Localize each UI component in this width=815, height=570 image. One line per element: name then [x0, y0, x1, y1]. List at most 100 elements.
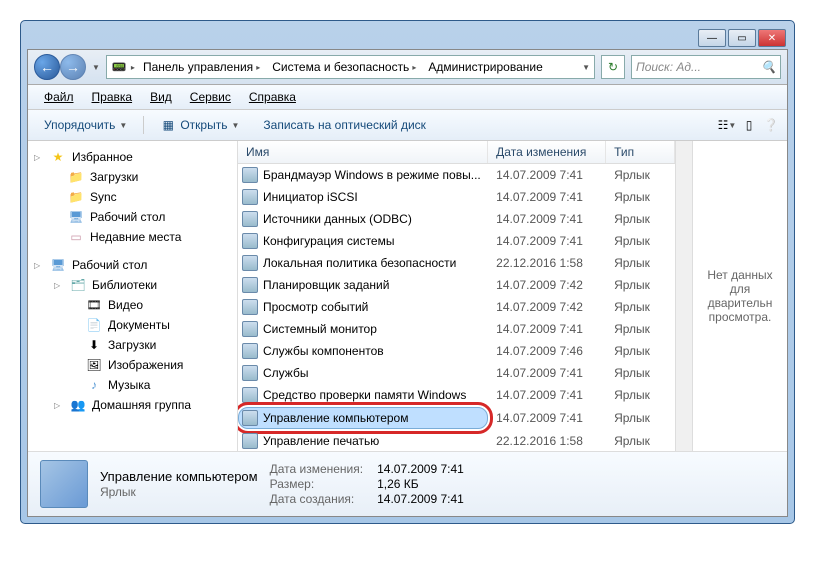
file-type: Ярлык — [606, 364, 675, 382]
sidebar-item-sync[interactable]: 📁Sync — [28, 187, 237, 207]
file-name: Управление печатью — [263, 434, 379, 448]
file-date: 14.07.2009 7:41 — [488, 210, 606, 228]
shortcut-icon — [242, 233, 258, 249]
details-pane: Управление компьютером Ярлык Дата измене… — [28, 451, 787, 516]
file-date: 14.07.2009 7:42 — [488, 298, 606, 316]
address-dropdown[interactable]: ▼ — [582, 63, 590, 72]
file-row[interactable]: Локальная политика безопасности22.12.201… — [238, 252, 675, 274]
column-headers: Имя Дата изменения Тип — [238, 141, 675, 164]
file-row[interactable]: Управление печатью22.12.2016 1:58Ярлык — [238, 430, 675, 451]
content-area: ▷★Избранное 📁Загрузки 📁Sync 🖥Рабочий сто… — [28, 141, 787, 451]
details-title: Управление компьютером — [100, 469, 258, 484]
file-row[interactable]: Просмотр событий14.07.2009 7:42Ярлык — [238, 296, 675, 318]
menu-help[interactable]: Справка — [241, 88, 304, 106]
file-type: Ярлык — [606, 232, 675, 250]
shortcut-icon — [242, 321, 258, 337]
sidebar-item-pictures[interactable]: 🖼Изображения — [28, 355, 237, 375]
menu-file[interactable]: Файл — [36, 88, 82, 106]
file-row[interactable]: Конфигурация системы14.07.2009 7:41Ярлык — [238, 230, 675, 252]
column-date[interactable]: Дата изменения — [488, 141, 606, 163]
sidebar-libraries[interactable]: ▷🗂Библиотеки — [28, 275, 237, 295]
help-button[interactable]: ❔ — [763, 117, 779, 133]
minimize-button[interactable]: — — [698, 29, 726, 47]
file-row[interactable]: Системный монитор14.07.2009 7:41Ярлык — [238, 318, 675, 340]
refresh-button[interactable]: ↻ — [601, 55, 625, 79]
file-name: Средство проверки памяти Windows — [263, 388, 466, 402]
details-subtitle: Ярлык — [100, 485, 258, 499]
file-row[interactable]: Службы14.07.2009 7:41Ярлык — [238, 362, 675, 384]
navigation-pane[interactable]: ▷★Избранное 📁Загрузки 📁Sync 🖥Рабочий сто… — [28, 141, 238, 451]
file-date: 14.07.2009 7:41 — [488, 166, 606, 184]
file-type: Ярлык — [606, 386, 675, 404]
file-row[interactable]: Службы компонентов14.07.2009 7:46Ярлык — [238, 340, 675, 362]
file-row[interactable]: Планировщик заданий14.07.2009 7:42Ярлык — [238, 274, 675, 296]
sidebar-item-recent[interactable]: ▭Недавние места — [28, 227, 237, 247]
preview-pane-button[interactable]: ▯ — [741, 117, 757, 133]
desktop-icon: 🖥 — [50, 257, 66, 273]
file-row[interactable]: Инициатор iSCSI14.07.2009 7:41Ярлык — [238, 186, 675, 208]
file-name: Системный монитор — [263, 322, 377, 336]
sidebar-item-documents[interactable]: 📄Документы — [28, 315, 237, 335]
sidebar-desktop[interactable]: ▷🖥Рабочий стол — [28, 255, 237, 275]
file-date: 14.07.2009 7:42 — [488, 276, 606, 294]
file-row[interactable]: Средство проверки памяти Windows14.07.20… — [238, 384, 675, 406]
file-row[interactable]: Брандмауэр Windows в режиме повы... 14.07… — [238, 164, 675, 186]
menu-tools[interactable]: Сервис — [182, 88, 239, 106]
search-input[interactable]: Поиск: Ад... 🔍 — [631, 55, 781, 79]
file-date: 14.07.2009 7:41 — [488, 320, 606, 338]
file-name: Локальная политика безопасности — [263, 256, 456, 270]
breadcrumb-segment[interactable]: Система и безопасность ▸ — [268, 58, 420, 76]
shortcut-icon — [242, 167, 258, 183]
shortcut-icon — [242, 189, 258, 205]
shortcut-icon — [242, 410, 258, 426]
document-icon: 📄 — [86, 317, 102, 333]
scrollbar-vertical[interactable] — [675, 141, 692, 451]
file-list[interactable]: Имя Дата изменения Тип Брандмауэр Window… — [238, 141, 675, 451]
burn-button[interactable]: Записать на оптический диск — [255, 115, 434, 135]
homegroup-icon: 👥 — [70, 397, 86, 413]
view-options-button[interactable]: ☷ ▼ — [719, 117, 735, 133]
open-button[interactable]: ▦Открыть ▼ — [152, 114, 247, 136]
file-type: Ярлык — [606, 254, 675, 272]
close-button[interactable]: ✕ — [758, 29, 786, 47]
sidebar-homegroup[interactable]: ▷👥Домашняя группа — [28, 395, 237, 415]
column-type[interactable]: Тип — [606, 141, 675, 163]
sidebar-item-downloads[interactable]: ⬇Загрузки — [28, 335, 237, 355]
breadcrumb-segment[interactable]: Администрирование — [424, 58, 546, 76]
back-button[interactable]: ← — [34, 54, 60, 80]
recent-icon: ▭ — [68, 229, 84, 245]
organize-button[interactable]: Упорядочить ▼ — [36, 115, 135, 135]
menu-view[interactable]: Вид — [142, 88, 180, 106]
explorer-window: — ▭ ✕ ← → ▼ 📟 ▸ Панель управления ▸ Сист… — [20, 20, 795, 524]
sidebar-item-desktop[interactable]: 🖥Рабочий стол — [28, 207, 237, 227]
address-bar[interactable]: 📟 ▸ Панель управления ▸ Система и безопа… — [106, 55, 595, 79]
desktop-icon: 🖥 — [68, 209, 84, 225]
file-name: Просмотр событий — [263, 300, 368, 314]
preview-pane: Нет данных для дварительн просмотра. — [692, 141, 787, 451]
file-row[interactable]: Источники данных (ODBC)14.07.2009 7:41Яр… — [238, 208, 675, 230]
sidebar-item-downloads[interactable]: 📁Загрузки — [28, 167, 237, 187]
shortcut-icon — [242, 299, 258, 315]
sidebar-item-music[interactable]: ♪Музыка — [28, 375, 237, 395]
file-type: Ярлык — [606, 409, 675, 427]
file-name: Брандмауэр Windows в режиме повы... — [263, 168, 481, 182]
shortcut-icon — [242, 255, 258, 271]
forward-button[interactable]: → — [60, 54, 86, 80]
sidebar-item-video[interactable]: 🎞Видео — [28, 295, 237, 315]
breadcrumb-segment[interactable]: Панель управления ▸ — [139, 58, 264, 76]
details-created-value: 14.07.2009 7:41 — [377, 492, 464, 506]
sidebar-favorites[interactable]: ▷★Избранное — [28, 147, 237, 167]
maximize-button[interactable]: ▭ — [728, 29, 756, 47]
file-date: 14.07.2009 7:41 — [488, 409, 606, 427]
file-name: Службы — [263, 366, 308, 380]
menu-edit[interactable]: Правка — [84, 88, 141, 106]
music-icon: ♪ — [86, 377, 102, 393]
column-name[interactable]: Имя — [238, 141, 488, 163]
shortcut-icon — [242, 211, 258, 227]
shortcut-icon — [242, 277, 258, 293]
nav-history-dropdown[interactable]: ▼ — [92, 63, 100, 72]
location-icon: 📟 — [111, 59, 127, 75]
shortcut-icon — [242, 433, 258, 449]
file-type: Ярлык — [606, 342, 675, 360]
file-row[interactable]: Управление компьютером14.07.2009 7:41Ярл… — [238, 406, 675, 430]
